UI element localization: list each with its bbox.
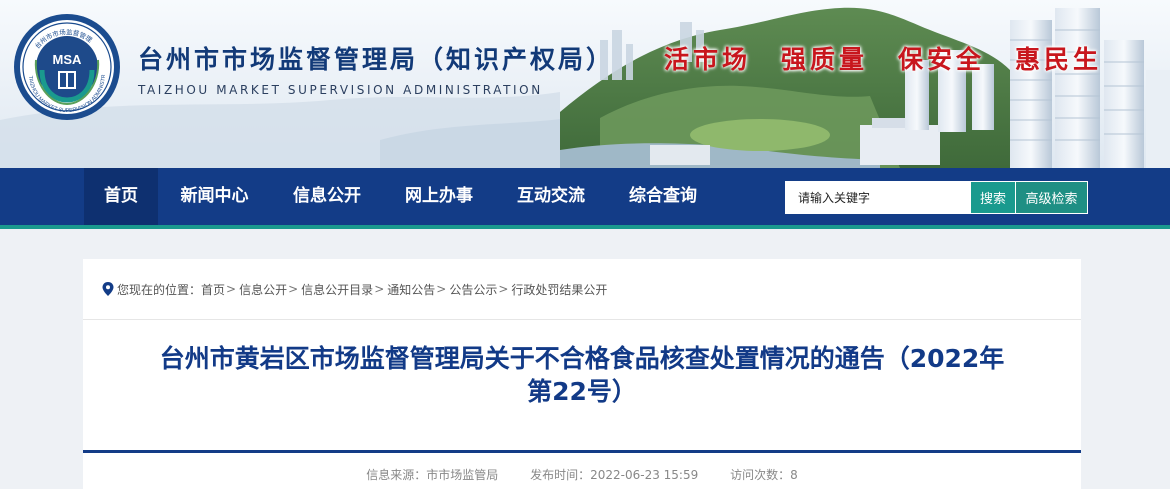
- nav-items: 首页 新闻中心 信息公开 网上办事 互动交流 综合查询: [84, 168, 719, 225]
- chevron-right-icon: >: [436, 282, 447, 296]
- search-bar: 搜索 高级检索: [785, 181, 1088, 214]
- nav-item-home[interactable]: 首页: [84, 168, 158, 225]
- chevron-right-icon: >: [226, 282, 237, 296]
- logo-text: MSA: [53, 52, 83, 67]
- nav-item-interaction[interactable]: 互动交流: [495, 168, 607, 225]
- article-source: 信息来源：市市场监管局: [366, 468, 499, 482]
- title-divider: [83, 450, 1081, 453]
- nav-accent-band: [0, 225, 1170, 229]
- slogan-item: 活市场: [664, 45, 752, 74]
- nav-item-info-disclosure[interactable]: 信息公开: [271, 168, 383, 225]
- chevron-right-icon: >: [498, 282, 509, 296]
- article-title-line2: 第22号）: [527, 377, 637, 406]
- article-title: 台州市黄岩区市场监督管理局关于不合格食品核查处置情况的通告（2022年 第22号…: [83, 342, 1081, 408]
- breadcrumb-info-catalog[interactable]: 信息公开目录: [301, 281, 373, 298]
- breadcrumb-penalty-results[interactable]: 行政处罚结果公开: [511, 281, 607, 298]
- location-pin-icon: [102, 282, 114, 296]
- breadcrumb-announcements[interactable]: 公告公示: [449, 281, 497, 298]
- slogan-item: 惠民生: [1015, 45, 1103, 74]
- nav-item-query[interactable]: 综合查询: [607, 168, 719, 225]
- article-card: 您现在的位置： 首页 > 信息公开 > 信息公开目录 > 通知公告 > 公告公示 > 行政…: [83, 259, 1081, 489]
- article-date: 发布时间：2022-06-23 15:59: [530, 468, 699, 482]
- breadcrumb-prefix: 您现在的位置：: [117, 282, 202, 297]
- search-input[interactable]: [786, 182, 971, 213]
- site-subtitle: TAIZHOU MARKET SUPERVISION ADMINISTRATIO…: [138, 83, 543, 97]
- slogan: 活市场 强质量 保安全 惠民生: [664, 40, 1102, 76]
- header-banner: MSA TAIZHOU MARKET SUPERVISION ADMINISTR…: [0, 0, 1170, 168]
- article-meta: 信息来源：市市场监管局 发布时间：2022-06-23 15:59 访问次数：8: [83, 466, 1081, 483]
- chevron-right-icon: >: [288, 282, 299, 296]
- chevron-right-icon: >: [374, 282, 385, 296]
- advanced-search-button[interactable]: 高级检索: [1015, 182, 1087, 213]
- search-button[interactable]: 搜索: [971, 182, 1015, 213]
- nav-item-news[interactable]: 新闻中心: [158, 168, 271, 225]
- msa-logo: MSA TAIZHOU MARKET SUPERVISION ADMINISTR…: [12, 12, 120, 120]
- slogan-item: 保安全: [898, 45, 986, 74]
- breadcrumb-info-disclosure[interactable]: 信息公开: [239, 281, 287, 298]
- site-title: 台州市市场监督管理局（知识产权局）: [138, 45, 615, 74]
- breadcrumb: 您现在的位置： 首页 > 信息公开 > 信息公开目录 > 通知公告 > 公告公示 > 行政…: [83, 259, 1081, 320]
- article-views: 访问次数：8: [730, 468, 798, 482]
- breadcrumb-notices[interactable]: 通知公告: [387, 281, 435, 298]
- breadcrumb-home[interactable]: 首页: [201, 281, 225, 298]
- nav-item-online-services[interactable]: 网上办事: [383, 168, 495, 225]
- article-title-line1: 台州市黄岩区市场监督管理局关于不合格食品核查处置情况的通告（2022年: [159, 344, 1005, 373]
- slogan-item: 强质量: [781, 45, 869, 74]
